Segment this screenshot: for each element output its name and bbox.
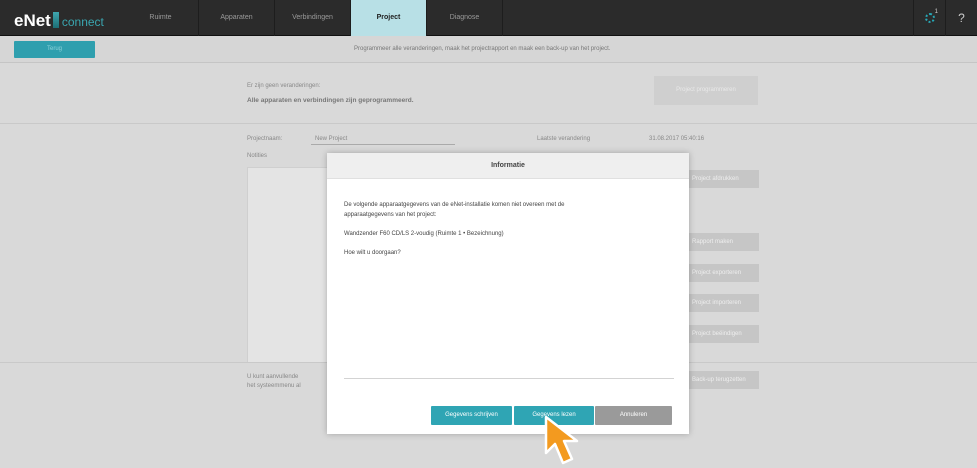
dialog-message-line: apparaatgegevens van het project: xyxy=(344,212,437,218)
pointer-cursor-icon xyxy=(544,415,579,465)
backup-info-line: het systeemmenu al xyxy=(247,383,301,389)
last-modified-value: 31.08.2017 05:40:16 xyxy=(649,136,705,142)
backup-info-text: U kunt aanvullende het systeemmenu al xyxy=(247,373,333,391)
enet-connect-logo: eNet connect xyxy=(14,9,104,29)
settings-button[interactable]: 1 xyxy=(913,0,945,36)
top-navigation-bar: eNet connect Ruimte Apparaten Verbinding… xyxy=(0,0,977,36)
logo-text: eNet xyxy=(14,11,51,30)
project-name-label: Projectnaam: xyxy=(247,136,283,142)
dialog-device-name: Wandzender F60 CD/LS 2-voudig (Ruimte 1 … xyxy=(344,231,504,237)
back-button[interactable]: Terug xyxy=(14,41,95,58)
help-icon: ? xyxy=(958,11,965,25)
changes-status-message: Alle apparaten en verbindingen zijn gepr… xyxy=(247,97,414,104)
notes-textarea[interactable] xyxy=(247,167,333,363)
dialog-title: Informatie xyxy=(327,153,689,179)
notes-label: Notities xyxy=(247,153,268,159)
sub-toolbar: Terug Programmeer alle veranderingen, ma… xyxy=(0,36,977,63)
cancel-button[interactable]: Annuleren xyxy=(595,406,672,425)
information-dialog: Informatie De volgende apparaatgegevens … xyxy=(327,153,689,434)
last-modified-label: Laatste verandering xyxy=(537,136,591,142)
gear-icon xyxy=(924,13,935,23)
write-data-button[interactable]: Gegevens schrijven xyxy=(431,406,512,425)
dialog-question: Hoe wilt u doorgaan? xyxy=(344,250,401,256)
tab-ruimte[interactable]: Ruimte xyxy=(123,0,199,36)
section-divider xyxy=(0,123,977,124)
dialog-body: De volgende apparaatgegevens van de eNet… xyxy=(344,200,674,267)
changes-status-label: Er zijn geen veranderingen: xyxy=(247,83,321,89)
logo-subtext: connect xyxy=(61,15,104,29)
tab-project[interactable]: Project xyxy=(351,0,427,36)
tab-apparaten[interactable]: Apparaten xyxy=(199,0,275,36)
tab-verbindingen[interactable]: Verbindingen xyxy=(275,0,351,36)
program-project-button[interactable]: Project programmeren xyxy=(654,76,758,105)
subbar-info-text: Programmeer alle veranderingen, maak het… xyxy=(354,46,611,52)
logo-mark-icon xyxy=(52,12,59,28)
project-name-input[interactable]: New Project xyxy=(311,133,455,145)
tab-diagnose[interactable]: Diagnose xyxy=(427,0,503,36)
dialog-message-line: De volgende apparaatgegevens van de eNet… xyxy=(344,202,565,208)
help-button[interactable]: ? xyxy=(945,0,977,36)
main-tabs: Ruimte Apparaten Verbindingen Project Di… xyxy=(123,0,503,36)
dialog-divider xyxy=(344,378,674,379)
backup-info-line: U kunt aanvullende xyxy=(247,374,299,380)
notification-badge: 1 xyxy=(934,9,938,15)
top-right-tools: 1 ? xyxy=(913,0,977,36)
